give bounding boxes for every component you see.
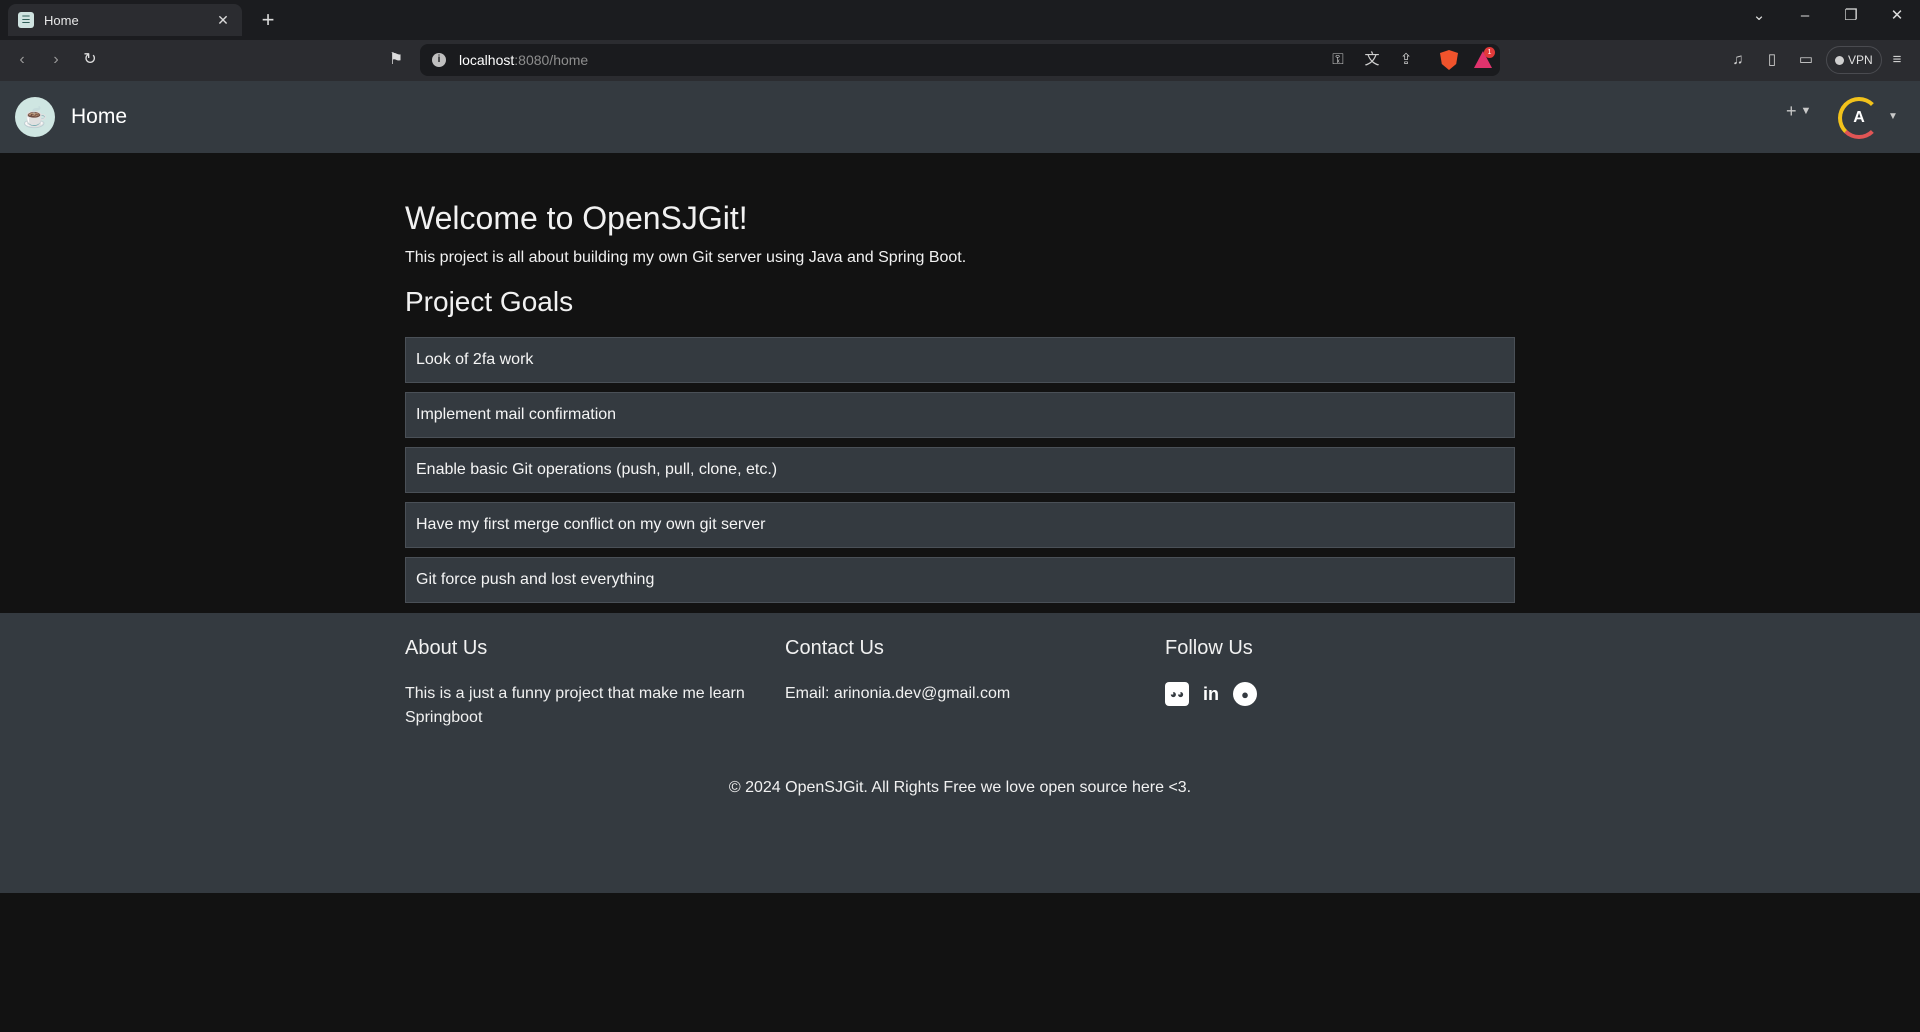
page-title: Welcome to OpenSJGit! [405, 200, 748, 236]
translate-icon[interactable]: 文 [1362, 50, 1382, 70]
social-links: ◕◕ in ● [1165, 682, 1545, 706]
rewards-badge: 1 [1484, 47, 1495, 58]
bookmark-icon[interactable]: ⚑ [384, 48, 408, 72]
browser-tab[interactable]: ☰ Home ✕ [8, 4, 242, 36]
menu-icon[interactable]: ≡ [1886, 48, 1908, 72]
footer-follow-title: Follow Us [1165, 637, 1253, 659]
footer-about-title: About Us [405, 637, 488, 659]
close-window-icon[interactable]: ✕ [1882, 4, 1912, 28]
github-icon[interactable]: ● [1233, 682, 1257, 706]
restore-icon[interactable]: ❐ [1836, 4, 1866, 28]
browser-toolbar: ‹ › ↻ ⚑ i localhost:8080/home ⚿ 文 ⇪ 1 ♫ … [0, 40, 1920, 81]
footer-about: About Us This is a just a funny project … [405, 637, 785, 730]
discord-icon[interactable]: ◕◕ [1165, 682, 1189, 706]
minimize-icon[interactable]: – [1790, 4, 1820, 28]
list-item: Look of 2fa work [405, 337, 1515, 383]
back-icon[interactable]: ‹ [10, 48, 34, 72]
share-icon[interactable]: ⇪ [1396, 50, 1416, 70]
list-item: Git force push and lost everything [405, 557, 1515, 603]
url-text[interactable]: localhost:8080/home [459, 52, 588, 68]
brave-shields-icon[interactable] [1440, 50, 1458, 70]
section-title-goals: Project Goals [405, 286, 574, 317]
vpn-status-icon [1835, 55, 1844, 65]
sidebar-icon[interactable]: ▯ [1761, 48, 1783, 72]
footer-follow: Follow Us ◕◕ in ● [1165, 637, 1545, 706]
site-info-icon[interactable]: i [432, 53, 446, 67]
wallet-icon[interactable]: ▭ [1795, 48, 1817, 72]
copyright-text: © 2024 OpenSJGit. All Rights Free we lov… [728, 779, 1192, 796]
site-footer: About Us This is a just a funny project … [0, 613, 1920, 893]
chevron-down-icon[interactable]: ▼ [1888, 111, 1898, 122]
chevron-down-icon: ▼ [1800, 105, 1812, 117]
list-item: Enable basic Git operations (push, pull,… [405, 447, 1515, 493]
footer-contact: Contact Us Email: arinonia.dev@gmail.com [785, 637, 1165, 706]
forward-icon[interactable]: › [44, 48, 68, 72]
tab-search-icon[interactable]: ⌄ [1744, 4, 1774, 28]
browser-tab-bar: ☰ Home ✕ + ⌄ – ❐ ✕ [0, 0, 1920, 40]
favicon-icon: ☰ [18, 12, 34, 28]
linkedin-icon[interactable]: in [1199, 682, 1223, 706]
user-avatar[interactable]: A [1838, 97, 1880, 139]
tab-close-icon[interactable]: ✕ [214, 12, 232, 29]
goals-list: Look of 2fa work Implement mail confirma… [405, 337, 1515, 612]
intro-text: This project is all about building my ow… [405, 249, 967, 266]
address-bar[interactable]: i localhost:8080/home ⚿ 文 ⇪ 1 [420, 44, 1500, 76]
new-tab-button[interactable]: + [256, 8, 280, 32]
create-menu-button[interactable]: + ▼ [1786, 101, 1811, 122]
key-icon[interactable]: ⚿ [1328, 50, 1348, 70]
footer-about-text: This is a just a funny project that make… [405, 685, 745, 726]
footer-contact-email[interactable]: Email: arinonia.dev@gmail.com [785, 682, 1165, 706]
reload-icon[interactable]: ↻ [78, 48, 102, 72]
site-header: ☕ Home + ▼ A ▼ [0, 81, 1920, 153]
brand-home-link[interactable]: Home [71, 105, 127, 129]
tab-title: Home [44, 12, 79, 28]
vpn-label: VPN [1848, 53, 1873, 67]
vpn-button[interactable]: VPN [1826, 46, 1882, 74]
list-item: Have my first merge conflict on my own g… [405, 502, 1515, 548]
site-logo-icon[interactable]: ☕ [15, 97, 55, 137]
media-icon[interactable]: ♫ [1727, 48, 1749, 72]
list-item: Implement mail confirmation [405, 392, 1515, 438]
footer-contact-title: Contact Us [785, 637, 884, 659]
